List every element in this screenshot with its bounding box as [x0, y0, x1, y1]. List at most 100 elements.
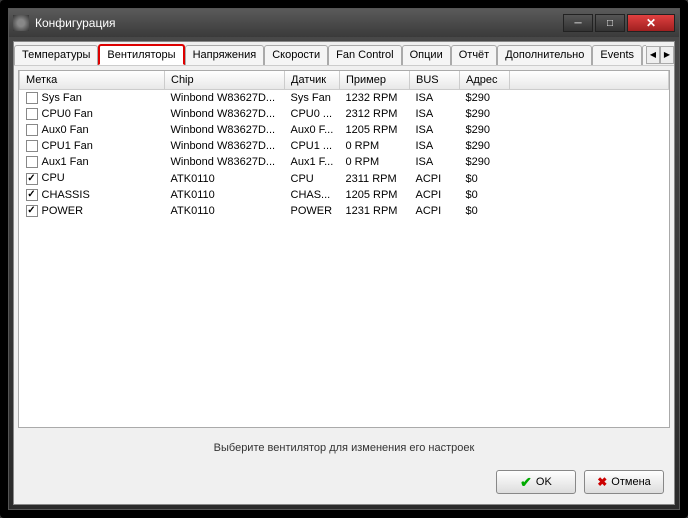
col-header-chip[interactable]: Chip	[165, 71, 285, 90]
col-header-sensor[interactable]: Датчик	[285, 71, 340, 90]
table-row[interactable]: Sys FanWinbond W83627D...Sys Fan1232 RPM…	[20, 90, 669, 107]
row-sensor: Sys Fan	[285, 90, 340, 107]
row-checkbox[interactable]	[26, 140, 38, 152]
close-button[interactable]: ✕	[627, 14, 675, 32]
tab-events[interactable]: Events	[592, 45, 642, 65]
ok-button-label: OK	[536, 476, 552, 488]
row-address: $0	[460, 170, 510, 186]
row-label: CPU1 Fan	[42, 140, 93, 152]
row-sensor: Aux1 F...	[285, 154, 340, 170]
table-row[interactable]: Aux0 Fan Winbond W83627D...Aux0 F...1205 …	[20, 122, 669, 138]
content-panel: Метка Chip Датчик Пример BUS Адрес Sys F…	[18, 70, 670, 428]
row-address: $290	[460, 90, 510, 107]
table-row[interactable]: CPU1 FanWinbond W83627D...CPU1 ...0 RPMI…	[20, 138, 669, 154]
row-sample: 2312 RPM	[340, 106, 410, 122]
col-header-spacer	[510, 71, 669, 90]
tab-дополнительно[interactable]: Дополнительно	[497, 45, 592, 65]
tab-скорости[interactable]: Скорости	[264, 45, 328, 65]
row-sensor: CPU	[285, 170, 340, 186]
row-sample: 2311 RPM	[340, 170, 410, 186]
row-chip: ATK0110	[165, 170, 285, 186]
row-sensor: CPU1 ...	[285, 138, 340, 154]
row-checkbox[interactable]	[26, 92, 38, 104]
titlebar[interactable]: Конфигурация ─ □ ✕	[9, 9, 679, 37]
row-chip: ATK0110	[165, 203, 285, 219]
row-sample: 1205 RPM	[340, 122, 410, 138]
row-checkbox[interactable]	[26, 189, 38, 201]
table-row[interactable]: CPU0 FanWinbond W83627D...CPU0 ...2312 R…	[20, 106, 669, 122]
row-sample: 0 RPM	[340, 154, 410, 170]
row-bus: ISA	[410, 90, 460, 107]
table-row[interactable]: POWERATK0110POWER1231 RPMACPI$0	[20, 203, 669, 219]
tab-отчёт[interactable]: Отчёт	[451, 45, 497, 65]
row-label: CPU	[42, 172, 65, 184]
row-sensor: Aux0 F...	[285, 122, 340, 138]
row-label: POWER	[42, 205, 84, 217]
row-sample: 0 RPM	[340, 138, 410, 154]
row-checkbox[interactable]	[26, 108, 38, 120]
row-label: Aux1 Fan	[42, 156, 89, 168]
row-bus: ACPI	[410, 203, 460, 219]
row-chip: ATK0110	[165, 187, 285, 203]
hint-text: Выберите вентилятор для изменения его на…	[14, 432, 674, 464]
col-header-bus[interactable]: BUS	[410, 71, 460, 90]
row-bus: ISA	[410, 122, 460, 138]
col-header-label[interactable]: Метка	[20, 71, 165, 90]
maximize-button[interactable]: □	[595, 14, 625, 32]
row-bus: ACPI	[410, 170, 460, 186]
tab-fan control[interactable]: Fan Control	[328, 45, 401, 65]
row-checkbox[interactable]	[26, 173, 38, 185]
row-chip: Winbond W83627D...	[165, 154, 285, 170]
row-bus: ISA	[410, 154, 460, 170]
fan-table-scroll[interactable]: Метка Chip Датчик Пример BUS Адрес Sys F…	[19, 71, 669, 427]
row-checkbox[interactable]	[26, 124, 38, 136]
col-header-address[interactable]: Адрес	[460, 71, 510, 90]
row-chip: Winbond W83627D...	[165, 122, 285, 138]
row-bus: ACPI	[410, 187, 460, 203]
row-sensor: CPU0 ...	[285, 106, 340, 122]
checkmark-icon: ✔	[520, 474, 532, 491]
row-checkbox[interactable]	[26, 205, 38, 217]
row-chip: Winbond W83627D...	[165, 90, 285, 107]
tab-bar: ТемпературыВентиляторыНапряженияСкорости…	[14, 42, 674, 66]
config-window: Конфигурация ─ □ ✕ ТемпературыВентилятор…	[8, 8, 680, 510]
row-bus: ISA	[410, 138, 460, 154]
table-row[interactable]: Aux1 Fan Winbond W83627D...Aux1 F...0 RPM…	[20, 154, 669, 170]
col-header-sample[interactable]: Пример	[340, 71, 410, 90]
row-sensor: POWER	[285, 203, 340, 219]
row-label: Sys Fan	[42, 92, 82, 104]
close-icon: ✕	[646, 16, 656, 30]
app-icon	[13, 15, 29, 31]
ok-button[interactable]: ✔ OK	[496, 470, 576, 494]
row-address: $290	[460, 154, 510, 170]
tab-scroll-right[interactable]: ▶	[660, 46, 674, 64]
cancel-button[interactable]: ✖ Отмена	[584, 470, 664, 494]
fan-table: Метка Chip Датчик Пример BUS Адрес Sys F…	[19, 71, 669, 219]
row-sample: 1231 RPM	[340, 203, 410, 219]
tab-вентиляторы[interactable]: Вентиляторы	[98, 44, 184, 65]
row-sensor: CHAS...	[285, 187, 340, 203]
window-title: Конфигурация	[35, 16, 563, 30]
row-sample: 1205 RPM	[340, 187, 410, 203]
button-row: ✔ OK ✖ Отмена	[14, 464, 674, 504]
minimize-icon: ─	[574, 18, 581, 29]
row-label: Aux0 Fan	[42, 124, 89, 136]
row-sample: 1232 RPM	[340, 90, 410, 107]
row-address: $290	[460, 106, 510, 122]
row-address: $0	[460, 187, 510, 203]
row-label: CHASSIS	[42, 189, 90, 201]
row-bus: ISA	[410, 106, 460, 122]
minimize-button[interactable]: ─	[563, 14, 593, 32]
row-address: $290	[460, 138, 510, 154]
row-address: $290	[460, 122, 510, 138]
cross-icon: ✖	[597, 475, 607, 489]
row-label: CPU0 Fan	[42, 108, 93, 120]
tab-scroll-left[interactable]: ◀	[646, 46, 660, 64]
tab-напряжения[interactable]: Напряжения	[185, 45, 265, 65]
tab-опции[interactable]: Опции	[402, 45, 451, 65]
tab-температуры[interactable]: Температуры	[14, 45, 98, 65]
cancel-button-label: Отмена	[611, 476, 650, 488]
row-checkbox[interactable]	[26, 156, 38, 168]
table-row[interactable]: CHASSIS ATK0110CHAS...1205 RPMACPI$0	[20, 187, 669, 203]
table-row[interactable]: CPUATK0110CPU2311 RPMACPI$0	[20, 170, 669, 186]
